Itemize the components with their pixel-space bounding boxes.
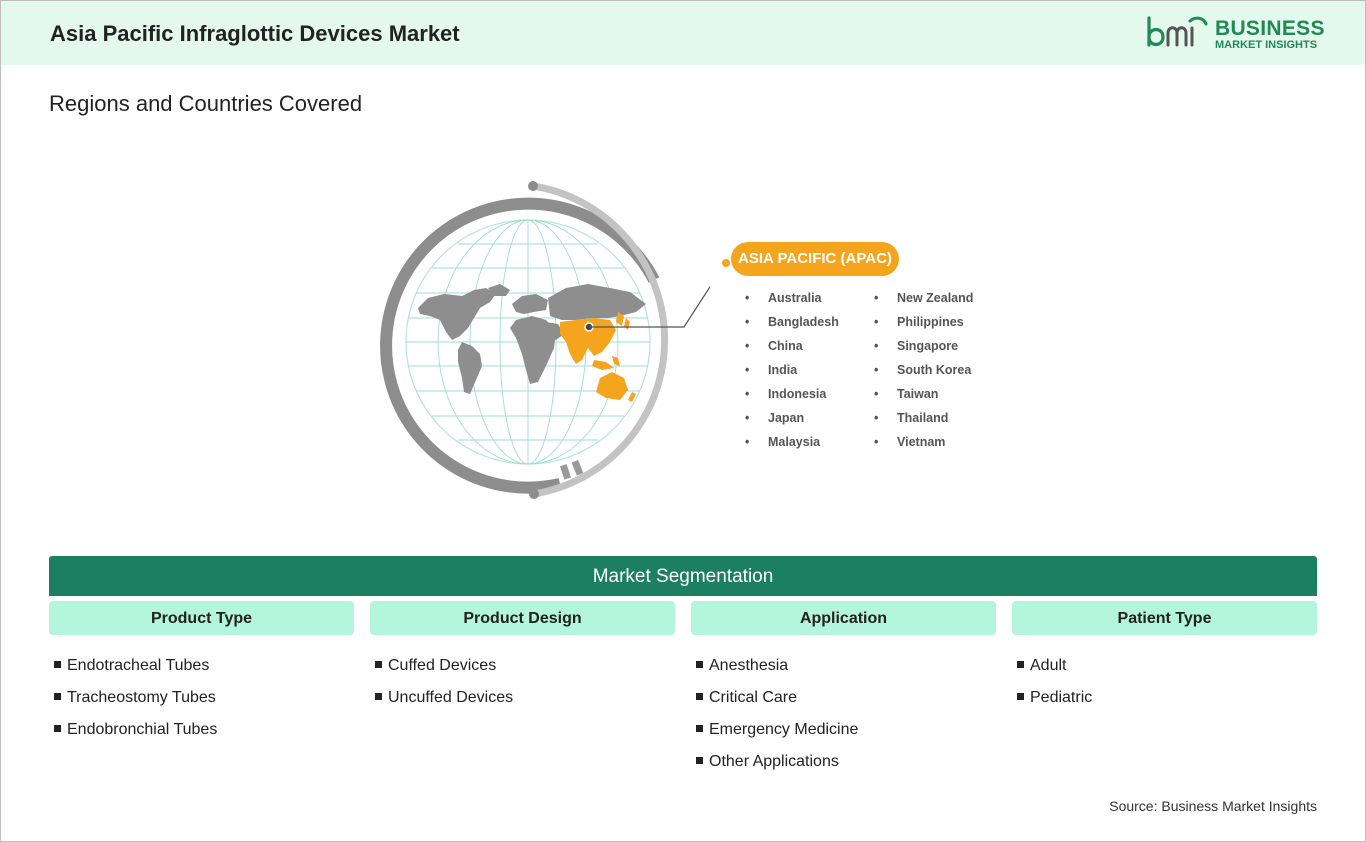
logo-text-market-insights: MARKET INSIGHTS [1215,39,1318,51]
region-badge-apac: ASIA PACIFIC (APAC) [731,242,899,276]
segment-header: Patient Type [1012,601,1317,635]
arc-end-dot [528,181,538,191]
square-bullet-icon [54,661,61,668]
country-item: Australia [745,288,839,312]
logo-text-business: BUSINESS [1215,17,1325,40]
country-item: Japan [745,408,839,432]
country-item: Indonesia [745,384,839,408]
bmi-logo-mark-icon [1147,16,1208,47]
page-title: Asia Pacific Infraglottic Devices Market [50,21,460,46]
square-bullet-icon [54,725,61,732]
country-item: Vietnam [874,432,973,456]
segment-header: Application [691,601,996,635]
square-bullet-icon [696,757,703,764]
segment-item: Tracheostomy Tubes [54,687,354,719]
source-note: Source: Business Market Insights [1109,798,1317,814]
square-bullet-icon [375,693,382,700]
country-item: China [745,336,839,360]
square-bullet-icon [696,725,703,732]
segment-item: Adult [1017,655,1317,687]
country-list-col1: Australia Bangladesh China India Indones… [745,288,839,456]
segment-item: Pediatric [1017,687,1317,719]
segment-column-product-design: Product Design Cuffed Devices Uncuffed D… [370,601,675,719]
arc-end-dot [529,489,539,499]
segment-header: Product Design [370,601,675,635]
section-title: Regions and Countries Covered [49,91,363,116]
square-bullet-icon [696,693,703,700]
country-item: South Korea [874,360,973,384]
country-item: Malaysia [745,432,839,456]
segment-item: Endobronchial Tubes [54,719,354,751]
segment-item: Other Applications [696,751,996,783]
globe-world-map-icon [380,181,710,499]
country-item: Taiwan [874,384,973,408]
segment-item: Uncuffed Devices [375,687,675,719]
country-list-col2: New Zealand Philippines Singapore South … [874,288,973,456]
country-item: Singapore [874,336,973,360]
segment-item: Anesthesia [696,655,996,687]
segment-column-application: Application Anesthesia Critical Care Eme… [691,601,996,783]
square-bullet-icon [1017,693,1024,700]
company-logo: BUSINESS MARKET INSIGHTS [1146,15,1324,55]
country-item: New Zealand [874,288,973,312]
header-band: Asia Pacific Infraglottic Devices Market… [1,1,1365,65]
country-item: Thailand [874,408,973,432]
square-bullet-icon [696,661,703,668]
segmentation-title-bar: Market Segmentation [49,556,1317,596]
country-item: Philippines [874,312,973,336]
country-item: Bangladesh [745,312,839,336]
segment-header: Product Type [49,601,354,635]
segment-item: Critical Care [696,687,996,719]
square-bullet-icon [54,693,61,700]
segment-item: Emergency Medicine [696,719,996,751]
segment-column-product-type: Product Type Endotracheal Tubes Tracheos… [49,601,354,751]
country-item: India [745,360,839,384]
square-bullet-icon [1017,661,1024,668]
square-bullet-icon [375,661,382,668]
segment-column-patient-type: Patient Type Adult Pediatric [1012,601,1317,719]
segment-item: Cuffed Devices [375,655,675,687]
segment-item: Endotracheal Tubes [54,655,354,687]
